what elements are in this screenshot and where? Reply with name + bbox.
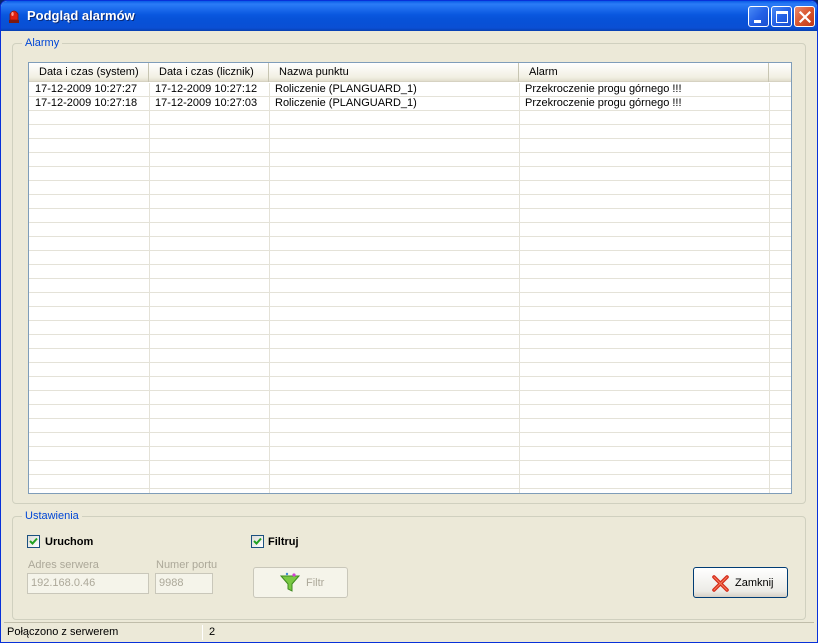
empty-row: [29, 363, 791, 377]
empty-row: [29, 307, 791, 321]
alarm-cell: Przekroczenie progu górnego !!!: [525, 83, 682, 95]
settings-group: Ustawienia: [12, 510, 806, 620]
alarm-cell: 17-12-2009 10:27:12: [155, 83, 258, 95]
empty-row: [29, 223, 791, 237]
server-address-field[interactable]: 192.168.0.46: [27, 573, 149, 594]
alarm-cell: Przekroczenie progu górnego !!!: [525, 97, 682, 109]
alarms-group-legend: Alarmy: [25, 37, 60, 49]
alarm-row[interactable]: 17-12-2009 10:27:27 17-12-2009 10:27:12 Ro…: [29, 83, 791, 97]
filter-button[interactable]: Filtr: [253, 567, 348, 598]
alarm-cell: 17-12-2009 10:27:27: [35, 83, 138, 95]
empty-row: [29, 405, 791, 419]
empty-row: [29, 419, 791, 433]
empty-row: [29, 349, 791, 363]
empty-row: [29, 321, 791, 335]
alarm-preview-window: Podgląd alarmów Alarmy Data i czas (syst…: [0, 0, 818, 643]
filter-button-label: Filtr: [306, 577, 325, 589]
empty-row: [29, 391, 791, 405]
empty-row: [29, 251, 791, 265]
filter-checkbox-label[interactable]: Filtruj: [268, 536, 299, 548]
empty-row: [29, 447, 791, 461]
empty-row: [29, 377, 791, 391]
empty-row: [29, 153, 791, 167]
close-window-button[interactable]: [794, 6, 815, 27]
settings-group-legend: Ustawienia: [25, 510, 79, 522]
red-alarm-light-icon: [9, 10, 19, 23]
empty-row: [29, 181, 791, 195]
empty-row: [29, 293, 791, 307]
empty-row: [29, 111, 791, 125]
close-button-label: Zamknij: [735, 577, 774, 589]
close-icon: [798, 10, 812, 24]
status-bar: Połączono z serwerem 2: [4, 622, 814, 641]
empty-row: [29, 335, 791, 349]
empty-row: [29, 461, 791, 475]
maximize-icon: [776, 11, 788, 23]
run-checkbox-label[interactable]: Uruchom: [45, 536, 93, 548]
red-x-icon: [712, 575, 729, 592]
column-header-counter-time[interactable]: Data i czas (licznik): [149, 63, 269, 82]
title-bar[interactable]: Podgląd alarmów: [1, 1, 817, 31]
alarm-row[interactable]: 17-12-2009 10:27:18 17-12-2009 10:27:03 Ro…: [29, 97, 791, 111]
run-checkbox[interactable]: [27, 535, 40, 548]
minimize-button[interactable]: [748, 6, 769, 27]
client-area: Alarmy Data i czas (system) Data i czas …: [4, 31, 814, 641]
status-count: 2: [209, 626, 216, 638]
alarms-list-header: Data i czas (system) Data i czas (liczni…: [29, 63, 791, 82]
column-header-alarm[interactable]: Alarm: [519, 63, 769, 82]
alarm-cell: Roliczenie (PLANGUARD_1): [275, 97, 417, 109]
maximize-button[interactable]: [771, 6, 792, 27]
empty-row: [29, 265, 791, 279]
server-address-label: Adres serwera: [28, 559, 99, 571]
empty-row: [29, 433, 791, 447]
empty-row: [29, 209, 791, 223]
minimize-icon: [754, 20, 761, 23]
status-connection: Połączono z serwerem: [7, 626, 119, 638]
funnel-icon: [279, 572, 301, 592]
empty-row: [29, 475, 791, 489]
column-header-point-name[interactable]: Nazwa punktu: [269, 63, 519, 82]
empty-row: [29, 279, 791, 293]
empty-row: [29, 125, 791, 139]
alarm-cell: 17-12-2009 10:27:18: [35, 97, 138, 109]
alarm-cell: Roliczenie (PLANGUARD_1): [275, 83, 417, 95]
port-number-label: Numer portu: [156, 559, 218, 571]
empty-row: [29, 139, 791, 153]
alarm-cell: 17-12-2009 10:27:03: [155, 97, 258, 109]
empty-row: [29, 195, 791, 209]
column-header-system-time[interactable]: Data i czas (system): [29, 63, 149, 82]
empty-row: [29, 237, 791, 251]
checkmark-icon: [29, 537, 38, 545]
window-title: Podgląd alarmów: [27, 8, 135, 23]
empty-row: [29, 167, 791, 181]
filter-checkbox[interactable]: [251, 535, 264, 548]
alarms-list[interactable]: Data i czas (system) Data i czas (liczni…: [28, 62, 792, 494]
checkmark-icon: [253, 537, 262, 545]
port-number-field[interactable]: 9988: [155, 573, 213, 594]
close-button[interactable]: Zamknij: [693, 567, 788, 598]
status-divider: [202, 625, 203, 640]
